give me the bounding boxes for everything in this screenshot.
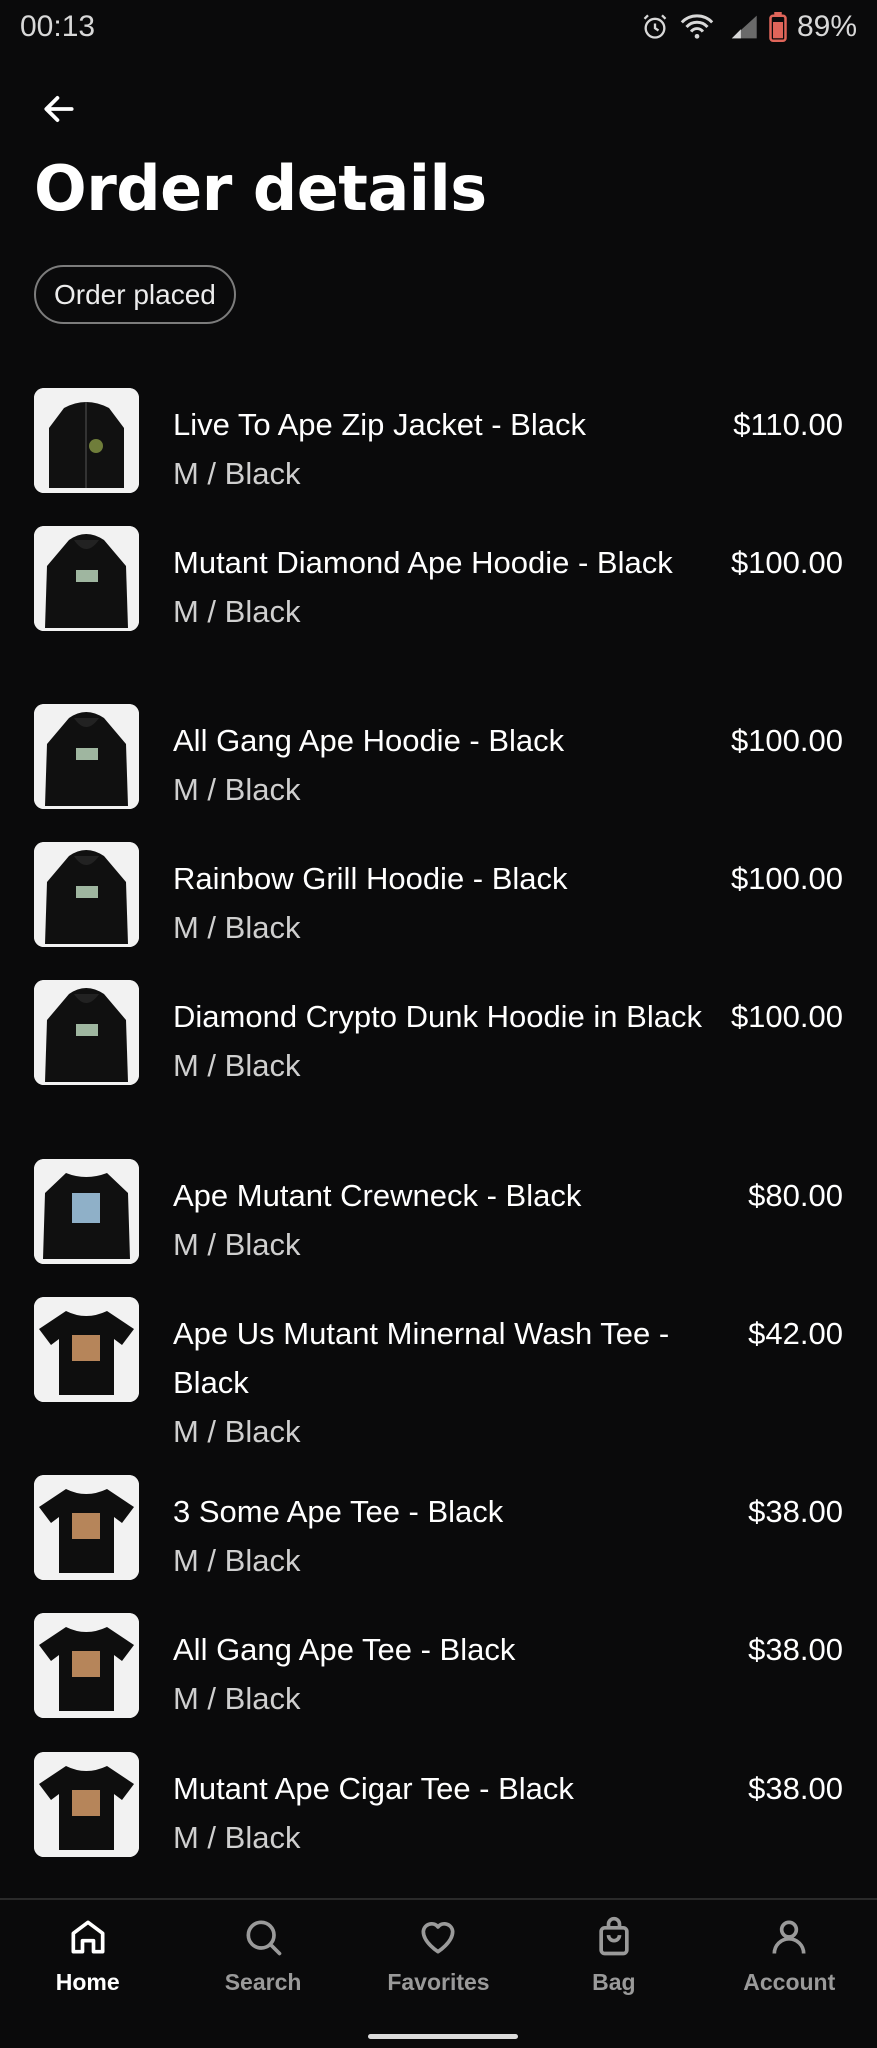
item-info: Mutant Diamond Ape Hoodie - Black M / Bla… xyxy=(173,526,731,636)
item-variant: M / Black xyxy=(173,1048,301,1083)
item-info: 3 Some Ape Tee - Black M / Black xyxy=(173,1475,748,1585)
item-name: Ape Mutant Crewneck - Black xyxy=(173,1178,582,1213)
item-variant: M / Black xyxy=(173,1820,301,1855)
item-name: Mutant Ape Cigar Tee - Black xyxy=(173,1771,574,1806)
item-variant: M / Black xyxy=(173,594,301,629)
item-variant: M / Black xyxy=(173,772,301,807)
item-price: $38.00 xyxy=(748,1632,843,1667)
product-image xyxy=(34,1475,139,1580)
item-name: Rainbow Grill Hoodie - Black xyxy=(173,861,568,896)
battery-icon xyxy=(769,12,787,42)
product-image xyxy=(34,980,139,1085)
item-price: $42.00 xyxy=(748,1316,843,1351)
heart-icon xyxy=(416,1915,460,1959)
item-price: $110.00 xyxy=(733,407,843,442)
status-time: 00:13 xyxy=(20,10,96,43)
item-variant: M / Black xyxy=(173,1414,301,1449)
item-variant: M / Black xyxy=(173,910,301,945)
battery-level: 89% xyxy=(796,10,857,43)
nav-label: Account xyxy=(743,1968,836,1995)
order-item-row[interactable]: All Gang Ape Tee - Black M / Black $38.00 xyxy=(0,1613,877,1723)
status-icons: 89% xyxy=(641,10,857,44)
back-button[interactable] xyxy=(36,86,82,132)
search-icon xyxy=(241,1915,285,1959)
bottom-navigation: Home Search Favorites Bag Account xyxy=(0,1900,877,2010)
order-item-row[interactable]: Ape Mutant Crewneck - Black M / Black $80.… xyxy=(0,1159,877,1269)
nav-label: Bag xyxy=(592,1968,636,1995)
status-bar: 00:13 89% xyxy=(0,0,877,54)
item-variant: M / Black xyxy=(173,456,301,491)
order-status-badge: Order placed xyxy=(34,265,236,324)
nav-bag[interactable]: Bag xyxy=(539,1915,689,1996)
item-info: Ape Us Mutant Minernal Wash Tee - Black M… xyxy=(173,1297,748,1456)
item-price: $38.00 xyxy=(748,1771,843,1806)
product-image xyxy=(34,1752,139,1857)
order-item-row[interactable]: 3 Some Ape Tee - Black M / Black $38.00 xyxy=(0,1475,877,1585)
product-image xyxy=(34,1613,139,1718)
nav-search[interactable]: Search xyxy=(188,1915,338,1996)
product-image xyxy=(34,1159,139,1264)
item-info: Ape Mutant Crewneck - Black M / Black xyxy=(173,1159,748,1269)
alarm-icon xyxy=(641,13,669,41)
item-price: $38.00 xyxy=(748,1494,843,1529)
item-name: Ape Us Mutant Minernal Wash Tee - Black xyxy=(173,1316,670,1400)
nav-account[interactable]: Account xyxy=(714,1915,864,1996)
person-icon xyxy=(767,1915,811,1959)
item-name: Mutant Diamond Ape Hoodie - Black xyxy=(173,545,673,580)
nav-home[interactable]: Home xyxy=(13,1915,163,1996)
product-image xyxy=(34,1297,139,1402)
item-name: Diamond Crypto Dunk Hoodie in Black xyxy=(173,999,702,1034)
wifi-icon xyxy=(679,13,715,41)
nav-label: Search xyxy=(224,1968,302,1995)
product-image xyxy=(34,388,139,493)
item-name: 3 Some Ape Tee - Black xyxy=(173,1494,504,1529)
order-item-row[interactable]: All Gang Ape Hoodie - Black M / Black $100… xyxy=(0,704,877,814)
order-item-row[interactable]: Diamond Crypto Dunk Hoodie in Black M / B… xyxy=(0,980,877,1090)
home-indicator[interactable] xyxy=(368,2034,518,2039)
item-info: Live To Ape Zip Jacket - Black M / Black xyxy=(173,388,733,498)
item-info: All Gang Ape Tee - Black M / Black xyxy=(173,1613,748,1723)
item-variant: M / Black xyxy=(173,1227,301,1262)
item-price: $80.00 xyxy=(748,1178,843,1213)
nav-label: Home xyxy=(55,1968,120,1995)
page-title: Order details xyxy=(34,152,487,225)
item-price: $100.00 xyxy=(730,723,843,758)
item-price: $100.00 xyxy=(730,545,843,580)
item-variant: M / Black xyxy=(173,1681,301,1716)
item-info: Mutant Ape Cigar Tee - Black M / Black xyxy=(173,1752,748,1862)
order-item-row[interactable]: Live To Ape Zip Jacket - Black M / Black $… xyxy=(0,388,877,498)
product-image xyxy=(34,526,139,631)
item-price: $100.00 xyxy=(730,861,843,896)
signal-icon xyxy=(725,13,759,41)
item-variant: M / Black xyxy=(173,1543,301,1578)
order-item-row[interactable]: Mutant Diamond Ape Hoodie - Black M / Bla… xyxy=(0,526,877,636)
product-image xyxy=(34,704,139,809)
item-price: $100.00 xyxy=(730,999,843,1034)
nav-favorites[interactable]: Favorites xyxy=(363,1915,513,1996)
item-info: Rainbow Grill Hoodie - Black M / Black xyxy=(173,842,731,952)
nav-label: Favorites xyxy=(387,1968,490,1995)
bag-icon xyxy=(592,1915,636,1959)
item-info: All Gang Ape Hoodie - Black M / Black xyxy=(173,704,731,814)
order-item-row[interactable]: Ape Us Mutant Minernal Wash Tee - Black M… xyxy=(0,1297,877,1456)
item-info: Diamond Crypto Dunk Hoodie in Black M / B… xyxy=(173,980,731,1090)
product-image xyxy=(34,842,139,947)
home-icon xyxy=(66,1915,110,1959)
item-name: Live To Ape Zip Jacket - Black xyxy=(173,407,586,442)
order-item-row[interactable]: Mutant Ape Cigar Tee - Black M / Black $38… xyxy=(0,1752,877,1862)
item-name: All Gang Ape Tee - Black xyxy=(173,1632,516,1667)
order-item-row[interactable]: Rainbow Grill Hoodie - Black M / Black $10… xyxy=(0,842,877,952)
item-name: All Gang Ape Hoodie - Black xyxy=(173,723,565,758)
arrow-left-icon xyxy=(44,96,74,122)
